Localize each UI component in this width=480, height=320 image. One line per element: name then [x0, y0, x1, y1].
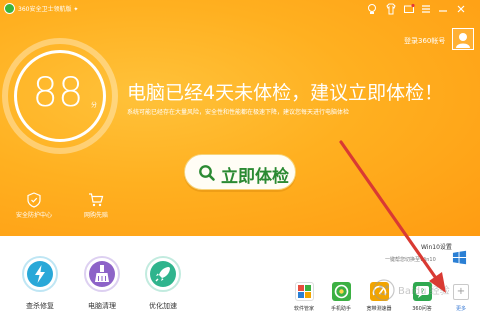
pc-cleanup-label: 电脑清理: [88, 302, 116, 310]
scan-repair-label: 查杀修复: [26, 302, 54, 310]
phone-assistant-app[interactable]: 手机助手: [323, 282, 359, 312]
optimize-speedup-label: 优化加速: [149, 302, 177, 310]
pc-cleanup-circle: [84, 256, 120, 292]
windows-logo-icon[interactable]: [452, 250, 467, 265]
broom-icon: [89, 261, 115, 287]
shopping-cart-icon: [89, 193, 104, 207]
mail-icon[interactable]: [403, 3, 415, 15]
minimize-icon[interactable]: [437, 3, 449, 15]
close-icon[interactable]: [455, 3, 467, 15]
login-link[interactable]: 登录360帐号: [404, 36, 445, 46]
qa-360-label: 360问答: [412, 306, 432, 312]
scan-repair-circle: [22, 256, 58, 292]
score-unit: 分: [91, 102, 98, 109]
app-logo-icon: [4, 3, 15, 14]
menu-icon[interactable]: [420, 3, 432, 15]
phone-assistant-label: 手机助手: [330, 306, 351, 312]
software-manager-icon: [294, 282, 314, 301]
broadband-speedtest-label: 宽带测速器: [366, 306, 392, 312]
checkup-subline: 系统可能已经存在大量风险，安全性和性能都在极速下降，建议您每天进行电脑体检: [127, 109, 350, 116]
security-center-label: 安全防护中心: [15, 212, 52, 219]
lightning-icon: [27, 261, 53, 287]
avatar[interactable]: [452, 28, 474, 50]
app-title: 360安全卫士领航版 ✦: [18, 6, 79, 13]
user-center-icon[interactable]: [366, 3, 378, 15]
shirt-skin-icon[interactable]: [385, 3, 397, 15]
software-manager-label: 软件管家: [293, 306, 314, 312]
win10-settings-title[interactable]: Win10设置: [421, 242, 452, 251]
shield-icon: [27, 192, 41, 208]
checkup-now-label: 立即体检: [221, 167, 289, 187]
shopping-guarantee-label: 网购先赔: [83, 212, 108, 219]
checkup-headline: 电脑已经4天未体检，建议立即体检！: [127, 82, 444, 104]
pc-cleanup-tool[interactable]: 电脑清理: [80, 256, 124, 311]
watermark-text: Baidu 经验: [398, 284, 450, 297]
plus-icon: +: [453, 284, 469, 300]
security-center-shortcut[interactable]: 安全防护中心: [14, 192, 54, 219]
optimize-speedup-circle: [145, 256, 181, 292]
rocket-icon: [150, 261, 176, 287]
software-manager-app[interactable]: 软件管家: [286, 282, 322, 312]
optimize-speedup-tool[interactable]: 优化加速: [141, 256, 185, 311]
title-bar: 360安全卫士领航版 ✦: [0, 0, 480, 18]
more-apps-label: 更多: [455, 306, 466, 312]
shopping-guarantee-shortcut[interactable]: 网购先赔: [76, 192, 116, 219]
health-score: 88: [32, 70, 84, 116]
scan-repair-tool[interactable]: 查杀修复: [18, 256, 62, 311]
search-icon: [199, 165, 215, 181]
win10-settings-subtitle: 一键帮您切换至Win10: [385, 257, 436, 263]
more-apps-button[interactable]: + 更多: [451, 284, 471, 312]
baidu-watermark: Baidu 经验: [373, 279, 450, 301]
phone-assistant-icon: [331, 282, 351, 301]
checkup-now-button[interactable]: 立即体检: [184, 154, 296, 190]
